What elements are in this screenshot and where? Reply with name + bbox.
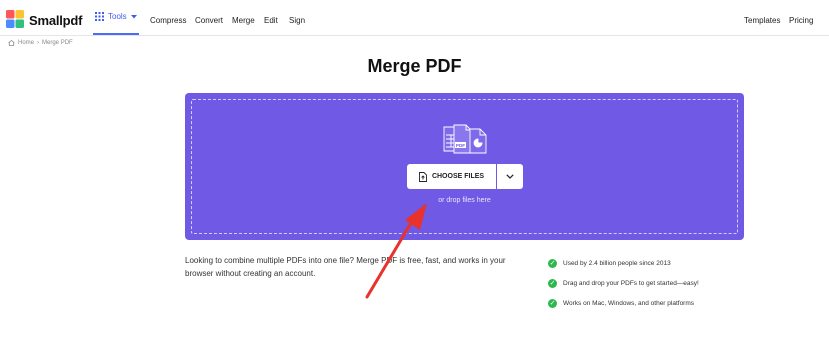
breadcrumb-home[interactable]: Home xyxy=(18,40,34,46)
feature-item: ✓ Used by 2.4 billion people since 2013 xyxy=(548,253,699,273)
nav-link-sign[interactable]: Sign xyxy=(289,16,305,25)
nav-link-pricing[interactable]: Pricing xyxy=(789,16,813,25)
choose-files-button[interactable]: CHOOSE FILES xyxy=(407,164,496,189)
merge-files-illustration-icon: PDF xyxy=(443,124,487,154)
page-title: Merge PDF xyxy=(367,56,462,76)
home-icon[interactable] xyxy=(8,40,15,46)
nav-link-templates[interactable]: Templates xyxy=(744,16,780,25)
feature-text: Works on Mac, Windows, and other platfor… xyxy=(563,299,695,307)
nav-link-merge[interactable]: Merge xyxy=(232,16,255,25)
brand-name[interactable]: Smallpdf xyxy=(29,13,82,28)
nav-link-compress[interactable]: Compress xyxy=(150,16,186,25)
nav-link-edit[interactable]: Edit xyxy=(264,16,278,25)
nav-link-convert[interactable]: Convert xyxy=(195,16,223,25)
chevron-down-icon xyxy=(506,174,514,179)
smallpdf-logo-icon[interactable] xyxy=(6,10,24,28)
check-circle-icon: ✓ xyxy=(548,258,557,268)
breadcrumb-separator: › xyxy=(37,40,40,46)
check-circle-icon: ✓ xyxy=(548,298,557,308)
pdf-badge-label: PDF xyxy=(456,143,465,148)
choose-source-dropdown-button[interactable] xyxy=(497,164,523,189)
feature-item: ✓ Works on Mac, Windows, and other platf… xyxy=(548,293,699,313)
file-upload-icon xyxy=(418,171,427,182)
feature-text: Drag and drop your PDFs to get started—e… xyxy=(563,279,699,287)
caret-down-icon xyxy=(130,14,137,18)
file-dropzone[interactable]: PDF CHOOSE FILES or drop files here xyxy=(185,93,744,240)
tools-label: Tools xyxy=(108,12,127,21)
feature-item: ✓ Drag and drop your PDFs to get started… xyxy=(548,273,699,293)
grid-icon xyxy=(95,12,104,21)
breadcrumb: Home › Merge PDF xyxy=(8,40,73,46)
feature-text: Used by 2.4 billion people since 2013 xyxy=(563,259,671,267)
tools-menu-button[interactable]: Tools xyxy=(93,0,139,35)
feature-list: ✓ Used by 2.4 billion people since 2013 … xyxy=(548,253,699,313)
drop-files-hint: or drop files here xyxy=(438,197,491,204)
choose-files-label: CHOOSE FILES xyxy=(431,173,485,180)
page-description: Looking to combine multiple PDFs into on… xyxy=(185,256,506,278)
top-navbar: Smallpdf Tools Compress Convert Merge Ed… xyxy=(0,0,829,36)
breadcrumb-current: Merge PDF xyxy=(42,40,73,46)
check-circle-icon: ✓ xyxy=(548,278,557,288)
